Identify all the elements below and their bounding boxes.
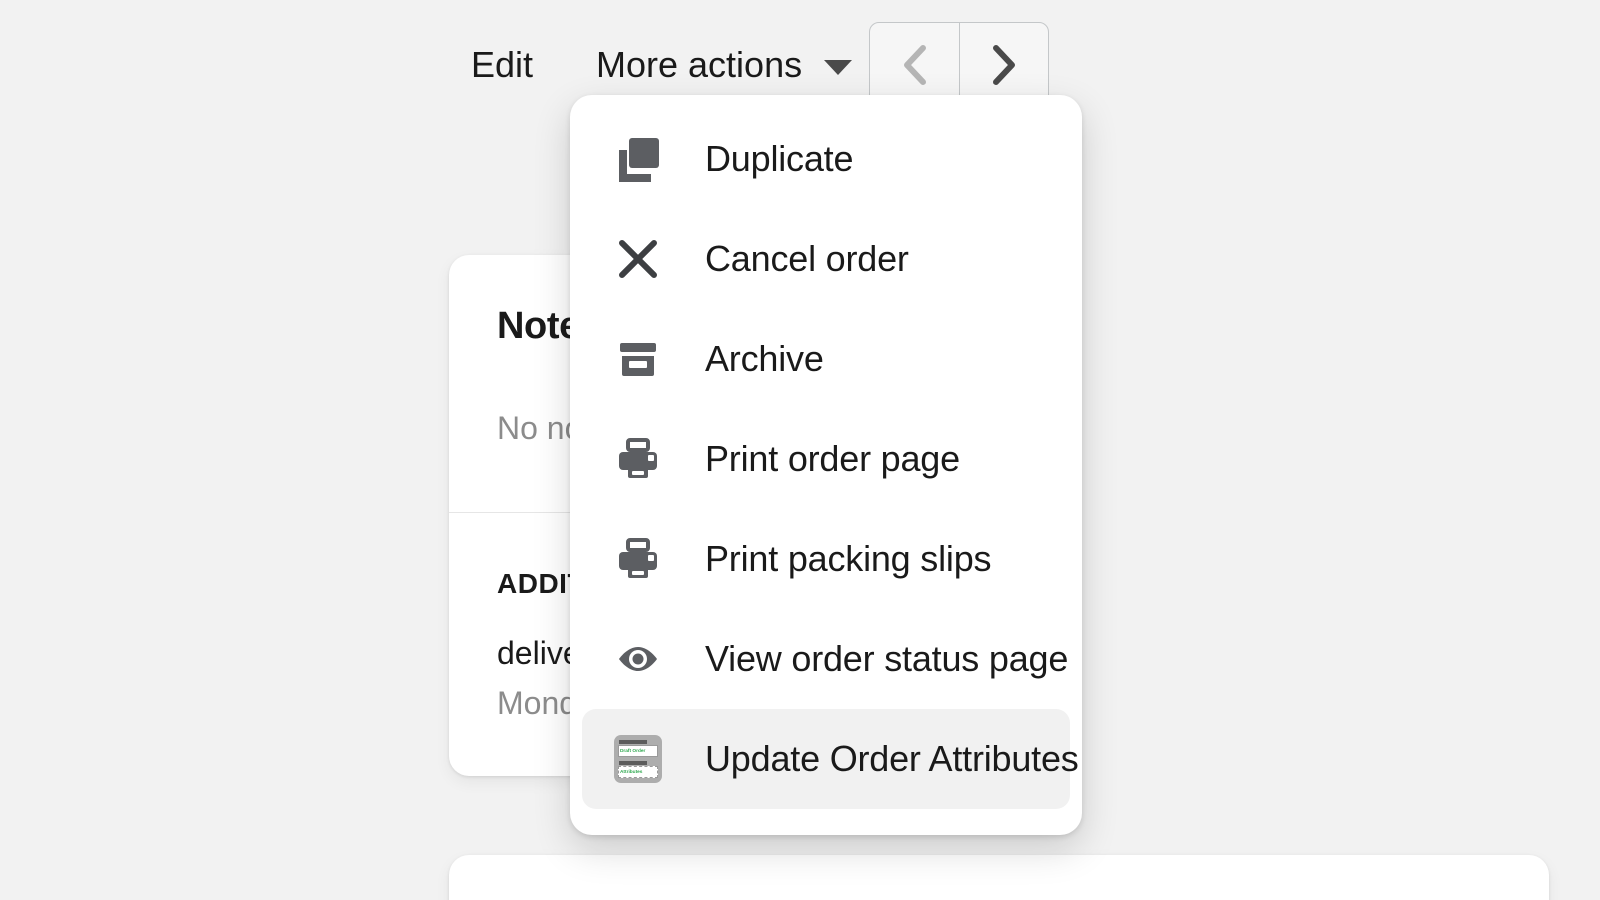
app-icon-field-one-text: Draft Order bbox=[620, 749, 645, 754]
eye-icon bbox=[613, 634, 663, 684]
chevron-left-icon bbox=[898, 40, 932, 90]
menu-item-label: Print packing slips bbox=[705, 538, 991, 580]
printer-icon bbox=[613, 534, 663, 584]
menu-item-print-order-page[interactable]: Print order page bbox=[582, 409, 1070, 509]
printer-icon bbox=[613, 434, 663, 484]
menu-item-view-order-status-page[interactable]: View order status page bbox=[582, 609, 1070, 709]
archive-icon bbox=[613, 334, 663, 384]
more-actions-button[interactable]: More actions bbox=[596, 44, 852, 86]
screen-root: Notes No notes from customer ADDITIONAL … bbox=[0, 0, 1600, 900]
menu-item-label: Duplicate bbox=[705, 138, 853, 180]
menu-item-label: Archive bbox=[705, 338, 824, 380]
menu-item-label: Print order page bbox=[705, 438, 960, 480]
duplicate-icon bbox=[613, 134, 663, 184]
chevron-right-icon bbox=[987, 40, 1021, 90]
chevron-down-icon bbox=[824, 60, 852, 75]
menu-item-cancel-order[interactable]: Cancel order bbox=[582, 209, 1070, 309]
more-actions-label: More actions bbox=[596, 44, 802, 86]
app-icon-field-two-text: Attributes bbox=[620, 770, 642, 775]
edit-button[interactable]: Edit bbox=[471, 44, 533, 86]
more-actions-menu: Duplicate Cancel order Archive bbox=[570, 95, 1082, 835]
menu-item-label: Update Order Attributes bbox=[705, 738, 1079, 780]
menu-item-archive[interactable]: Archive bbox=[582, 309, 1070, 409]
draft-order-attributes-app-icon: Draft Order Attributes bbox=[613, 734, 663, 784]
menu-item-update-order-attributes[interactable]: Draft Order Attributes Update Order Attr… bbox=[582, 709, 1070, 809]
menu-item-label: View order status page bbox=[705, 638, 1068, 680]
close-x-icon bbox=[613, 234, 663, 284]
menu-item-label: Cancel order bbox=[705, 238, 909, 280]
lower-card bbox=[449, 855, 1549, 900]
menu-item-duplicate[interactable]: Duplicate bbox=[582, 109, 1070, 209]
menu-item-print-packing-slips[interactable]: Print packing slips bbox=[582, 509, 1070, 609]
